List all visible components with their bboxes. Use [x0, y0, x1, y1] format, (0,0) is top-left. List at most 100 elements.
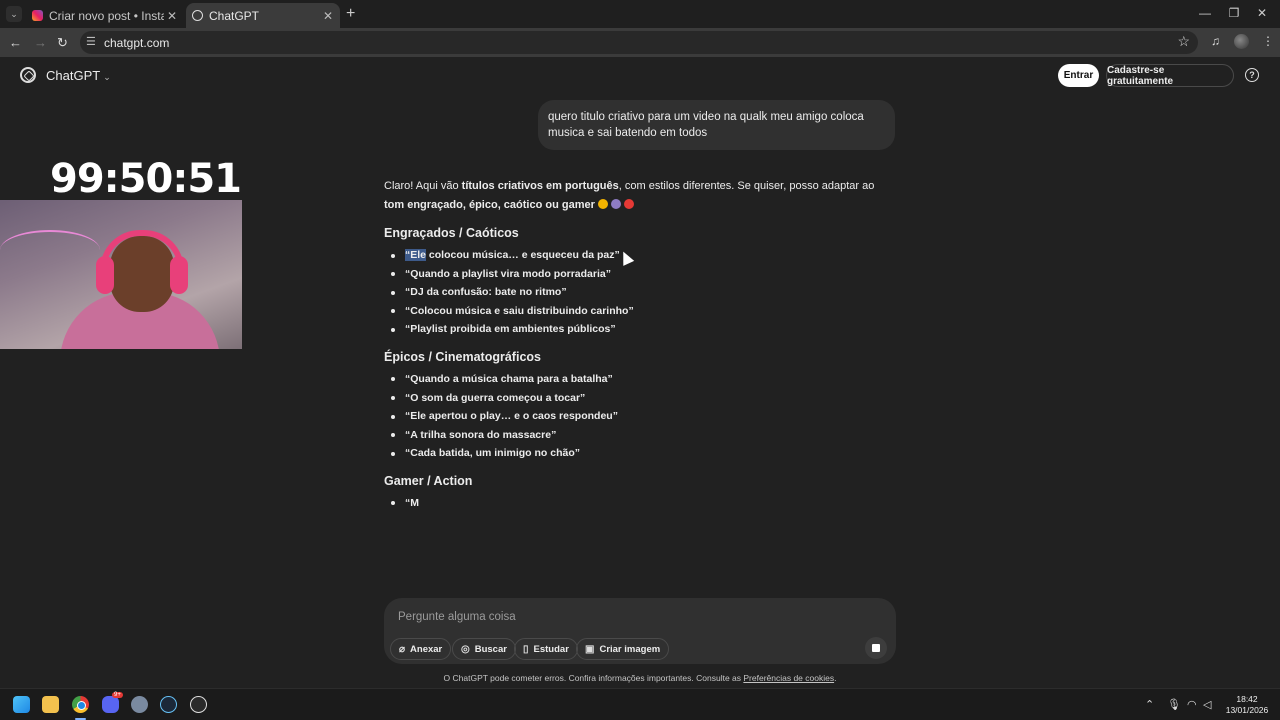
disclaimer-text: O ChatGPT pode cometer erros. Confira in… — [443, 673, 744, 683]
list-item: “Quando a música chama para a batalha” — [384, 370, 896, 389]
create-image-button[interactable]: ▣ Criar imagem — [576, 638, 670, 660]
restore-icon[interactable]: ❐ — [1224, 6, 1244, 20]
globe-icon: ◎ — [461, 643, 470, 655]
volume-icon[interactable]: ◁ — [1203, 698, 1211, 711]
tab-search-icon[interactable]: ⌄ — [6, 6, 22, 22]
menu-icon[interactable]: ⋮ — [1262, 34, 1274, 48]
url-text: chatgpt.com — [104, 36, 170, 50]
list-item: “O som da guerra começou a tocar” — [384, 389, 896, 408]
attach-label: Anexar — [410, 643, 443, 655]
reply-intro: Claro! Aqui vão títulos criativos em por… — [384, 177, 896, 215]
paperclip-icon: ⌀ — [399, 643, 406, 655]
tab-title: ChatGPT — [209, 8, 260, 23]
profile-avatar[interactable] — [1234, 34, 1249, 49]
assistant-reply: Claro! Aqui vão títulos criativos em por… — [384, 177, 896, 513]
close-window-icon[interactable]: ✕ — [1252, 6, 1272, 20]
bookmark-star-icon[interactable]: ☆ — [1177, 33, 1190, 50]
new-tab-icon[interactable]: + — [346, 5, 355, 23]
tab-instagram[interactable]: Criar novo post • Instagram ✕ — [26, 3, 184, 28]
title-list: “Ele colocou música… e esqueceu da paz” … — [384, 246, 896, 339]
minimize-icon[interactable]: — — [1195, 6, 1215, 20]
music-emoji-icon — [610, 199, 621, 209]
media-control-icon[interactable]: ♫ — [1211, 34, 1220, 48]
browser-toolbar: ← → ↻ ☰ chatgpt.com ☆ ♫ ⋮ — [0, 28, 1280, 57]
list-item: “DJ da confusão: bate no ritmo” — [384, 283, 896, 302]
study-button[interactable]: ▯ Estudar — [514, 638, 578, 660]
login-button[interactable]: Entrar — [1058, 64, 1099, 87]
headphones-left — [96, 256, 114, 294]
neon-light — [0, 230, 100, 270]
disclaimer-end: . — [834, 673, 837, 683]
laughing-emoji-icon — [597, 199, 608, 209]
search-label: Buscar — [474, 643, 507, 655]
stream-timer: 99:50:51 — [50, 156, 242, 202]
search-button[interactable]: ◎ Buscar — [452, 638, 516, 660]
disclaimer: O ChatGPT pode cometer erros. Confira in… — [0, 673, 1280, 683]
site-info-icon[interactable]: ☰ — [86, 35, 96, 48]
tab-chatgpt[interactable]: ChatGPT ✕ — [186, 3, 340, 28]
intro-text: , com estilos diferentes. Se quiser, pos… — [618, 180, 875, 192]
wifi-icon[interactable]: ◠ — [1187, 698, 1197, 711]
help-icon[interactable]: ? — [1245, 68, 1259, 82]
clock-time: 18:42 — [1236, 694, 1258, 704]
model-selector[interactable]: ChatGPT ⌄ — [46, 68, 111, 83]
section-title: Gamer / Action — [384, 473, 473, 488]
brand-label: ChatGPT — [46, 68, 101, 83]
openai-logo-icon — [20, 67, 36, 83]
stop-generating-button[interactable] — [865, 637, 887, 659]
windows-taskbar: 9+ ⌃ 🎙 ◠ ◁ 18:42 13/01/2026 — [0, 688, 1280, 720]
steam-icon[interactable] — [160, 696, 177, 713]
settings-icon[interactable] — [131, 696, 148, 713]
prompt-input[interactable]: Pergunte alguma coisa — [398, 611, 516, 623]
selected-text: “Ele — [405, 249, 427, 261]
discord-icon[interactable] — [102, 696, 119, 713]
clock-date: 13/01/2026 — [1225, 705, 1269, 715]
user-message: quero titulo criativo para um video na q… — [538, 100, 895, 150]
study-label: Estudar — [533, 643, 569, 655]
intro-text: Claro! Aqui vão — [384, 180, 462, 192]
notification-badge: 9+ — [112, 692, 123, 698]
prompt-composer[interactable]: Pergunte alguma coisa ⌀ Anexar ◎ Buscar ▯ E… — [384, 598, 896, 664]
list-item: “Ele colocou música… e esqueceu da paz” — [384, 246, 896, 265]
forward-icon[interactable]: → — [34, 35, 47, 50]
attach-button[interactable]: ⌀ Anexar — [390, 638, 452, 660]
intro-bold: títulos criativos em português — [461, 180, 619, 192]
list-item: “M — [384, 494, 896, 513]
section-title: Épicos / Cinematográficos — [384, 349, 541, 364]
headphones-right — [170, 256, 188, 294]
image-icon: ▣ — [585, 643, 595, 655]
image-label: Criar imagem — [599, 643, 661, 655]
chrome-icon[interactable] — [72, 696, 89, 713]
obs-icon[interactable] — [190, 696, 207, 713]
webcam-overlay — [0, 200, 242, 349]
chatgpt-favicon-icon — [192, 10, 203, 21]
tray-chevron-icon[interactable]: ⌃ — [1145, 698, 1154, 711]
list-item: “Ele apertou o play… e o caos respondeu” — [384, 407, 896, 426]
explosion-emoji-icon — [623, 199, 634, 209]
close-tab-icon[interactable]: ✕ — [164, 9, 180, 23]
title-list: “Quando a música chama para a batalha” “… — [384, 370, 896, 463]
instagram-icon — [32, 10, 43, 21]
list-item: “Cada batida, um inimigo no chão” — [384, 444, 896, 463]
windows-start-icon[interactable] — [13, 696, 30, 713]
signup-button[interactable]: Cadastre-se gratuitamente — [1106, 64, 1234, 87]
list-item: “Quando a playlist vira modo porradaria” — [384, 265, 896, 284]
list-item: “Playlist proibida em ambientes públicos… — [384, 320, 896, 339]
book-icon: ▯ — [523, 643, 529, 655]
list-item: “A trilha sonora do massacre” — [384, 426, 896, 445]
section-title: Engraçados / Caóticos — [384, 226, 519, 240]
intro-bold: tom engraçado, épico, caótico ou gamer — [384, 199, 595, 211]
list-item: “Colocou música e saiu distribuindo cari… — [384, 302, 896, 321]
microphone-icon[interactable]: 🎙 — [1167, 698, 1181, 711]
reload-icon[interactable]: ↻ — [57, 35, 68, 51]
close-tab-icon[interactable]: ✕ — [320, 9, 336, 23]
cookie-preferences-link[interactable]: Preferências de cookies — [743, 673, 834, 683]
system-clock[interactable]: 18:42 13/01/2026 — [1224, 694, 1270, 716]
tab-title: Criar novo post • Instagram — [49, 8, 164, 23]
title-list: “M — [384, 494, 896, 513]
chevron-down-icon: ⌄ — [103, 72, 111, 82]
file-explorer-icon[interactable] — [42, 696, 59, 713]
browser-tabbar: ⌄ Criar novo post • Instagram ✕ ChatGPT … — [0, 0, 1280, 28]
address-bar[interactable]: ☰ chatgpt.com ☆ — [80, 31, 1198, 54]
back-icon[interactable]: ← — [9, 35, 22, 50]
